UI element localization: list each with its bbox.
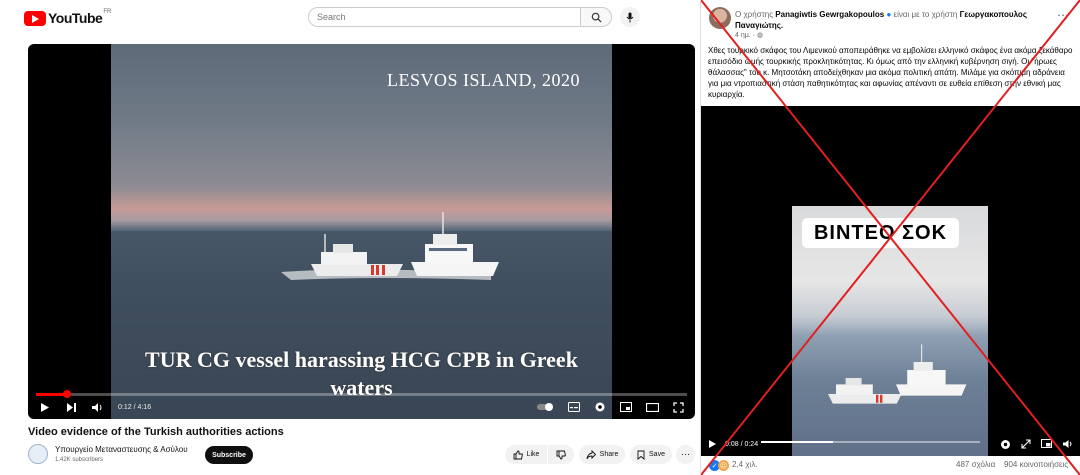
save-label: Save <box>649 451 665 458</box>
comments-count[interactable]: 487 σχόλια <box>956 460 995 469</box>
post-options-button[interactable]: ⋯ <box>1057 8 1070 22</box>
youtube-panel: YouTube FR Search LESVOS ISLAND, 2020 TU… <box>0 0 700 475</box>
voice-search-button[interactable] <box>620 7 640 27</box>
post-time-text: 4 ημ. · <box>735 32 755 39</box>
fb-video-time: 0:08 / 0:24 <box>725 440 759 448</box>
youtube-logo[interactable]: YouTube FR <box>24 9 111 27</box>
post-header: Ο χρήστης Panagiwtis Gewrgakopoulos ● εί… <box>735 10 1027 30</box>
search-icon <box>591 12 602 23</box>
more-dots-icon: ⋯ <box>681 449 690 459</box>
fb-volume-icon[interactable] <box>1062 439 1073 449</box>
subtitles-icon <box>568 402 580 412</box>
theater-icon <box>645 402 659 412</box>
microphone-icon <box>626 12 634 22</box>
share-button[interactable]: Share <box>579 445 625 464</box>
more-actions-button[interactable]: ⋯ <box>676 445 695 464</box>
video-frame: LESVOS ISLAND, 2020 TUR CG vessel harass… <box>111 44 612 419</box>
progress-scrubber[interactable] <box>62 390 71 398</box>
post-text: Χθες τουρκικό σκάφος του Λιμενικού αποπε… <box>708 46 1073 99</box>
youtube-logo-text: YouTube <box>48 10 103 26</box>
autoplay-toggle-icon <box>537 403 553 411</box>
subscribe-button[interactable]: Subscribe <box>205 446 253 464</box>
fb-play-icon[interactable] <box>708 439 717 449</box>
post-footer: ✓ ☹ 2,4 χιλ. 487 σχόλια 904 κοινοποιήσει… <box>701 456 1080 475</box>
autoplay-toggle[interactable] <box>537 400 555 414</box>
play-button[interactable] <box>38 400 52 414</box>
dislike-button[interactable] <box>548 445 574 464</box>
fullscreen-icon <box>672 401 684 413</box>
play-icon <box>41 402 49 412</box>
caption-line-1: TUR CG vessel harassing HCG CPB in Greek <box>145 347 578 372</box>
theater-mode-button[interactable] <box>645 400 659 414</box>
fb-settings-gear-icon[interactable] <box>1000 439 1011 450</box>
share-icon <box>586 449 596 459</box>
next-button[interactable] <box>64 400 78 414</box>
fullscreen-button[interactable] <box>671 400 685 414</box>
author-name[interactable]: Panagiwtis Gewrgakopoulos <box>775 10 884 19</box>
player-controls: 0:12 / 4:16 <box>28 398 695 416</box>
channel-name[interactable]: Υπουργείο Μεταναστευσης & Ασύλου <box>55 445 188 454</box>
miniplayer-icon <box>620 402 632 412</box>
volume-icon <box>92 402 102 412</box>
share-label: Share <box>599 451 619 458</box>
subscriber-count: 1.42K subscribers <box>55 457 104 463</box>
fb-pip-icon[interactable] <box>1041 439 1052 449</box>
author-avatar[interactable] <box>709 7 731 29</box>
video-title: Video evidence of the Turkish authoritie… <box>28 426 284 438</box>
miniplayer-button[interactable] <box>619 400 633 414</box>
facebook-post-panel: Ο χρήστης Panagiwtis Gewrgakopoulos ● εί… <box>701 0 1080 475</box>
angry-reaction-icon: ☹ <box>718 460 729 471</box>
video-player[interactable]: LESVOS ISLAND, 2020 TUR CG vessel harass… <box>28 44 695 419</box>
search-input[interactable]: Search <box>308 7 581 27</box>
thumbs-up-icon <box>513 450 523 459</box>
thumbs-down-icon <box>556 450 566 459</box>
reactions-count[interactable]: 2,4 χιλ. <box>732 460 758 469</box>
fb-sea-scene <box>828 344 967 404</box>
video-time: 0:12 / 4:16 <box>118 403 152 411</box>
subtitles-button[interactable] <box>567 400 581 414</box>
like-label: Like <box>526 451 540 458</box>
head-mid: είναι με το χρήστη <box>893 10 958 19</box>
facebook-video-player[interactable]: ΒΙΝΤΕΟ ΣΟΚ 0:08 / 0:24 <box>701 106 1080 456</box>
region-code: FR <box>103 9 112 15</box>
shares-count[interactable]: 904 κοινοποιήσεις <box>1004 460 1068 469</box>
verified-badge-icon: ● <box>886 10 892 19</box>
channel-avatar[interactable] <box>28 444 48 464</box>
fb-expand-icon[interactable] <box>1021 439 1031 449</box>
like-button[interactable]: Like <box>505 445 547 464</box>
youtube-play-logo-icon <box>24 10 46 26</box>
volume-button[interactable] <box>90 400 104 414</box>
video-progress-bar[interactable] <box>36 390 687 398</box>
facebook-video-frame: ΒΙΝΤΕΟ ΣΟΚ <box>792 206 988 456</box>
bookmark-icon <box>637 450 645 460</box>
next-icon <box>66 402 76 412</box>
globe-icon: ◍ <box>756 32 764 39</box>
head-prefix: Ο χρήστης <box>735 10 774 19</box>
save-button[interactable]: Save <box>630 445 672 464</box>
settings-button[interactable] <box>593 400 607 414</box>
gear-icon <box>595 402 605 412</box>
fb-player-controls: 0:08 / 0:24 <box>701 436 1080 452</box>
post-time[interactable]: 4 ημ. · ◍ <box>735 31 763 39</box>
search-button[interactable] <box>580 7 612 27</box>
